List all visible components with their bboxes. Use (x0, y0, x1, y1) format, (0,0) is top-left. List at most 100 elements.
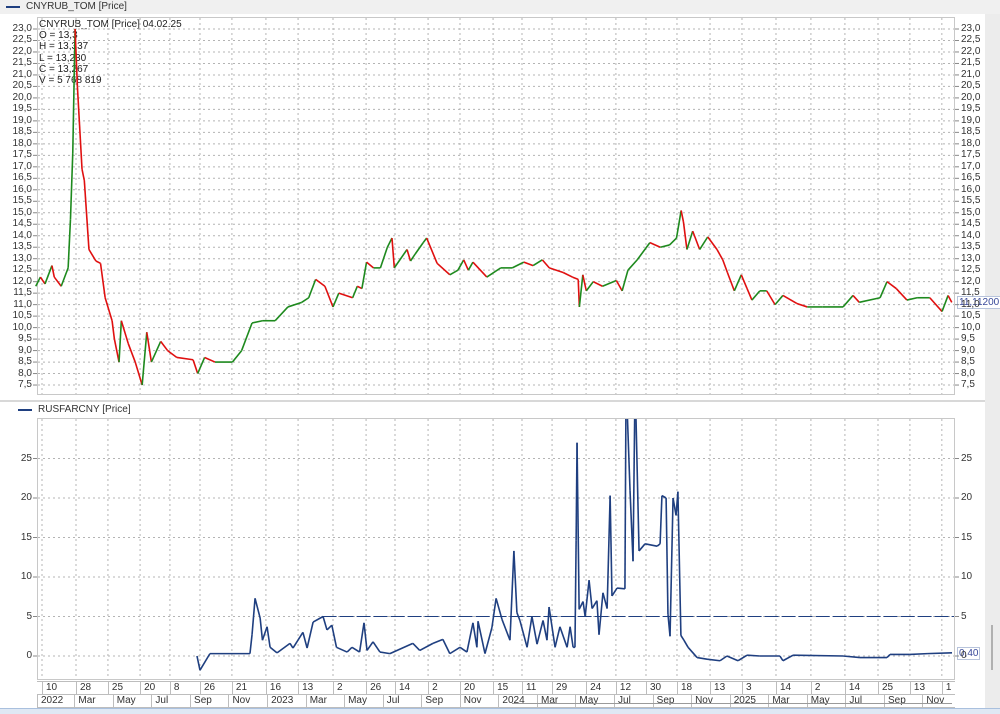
rusfar-segment (389, 642, 414, 655)
y-tick-label-right: 13,5 (961, 241, 981, 253)
price-segment (751, 290, 761, 301)
price-segment (541, 259, 550, 269)
rusfar-segment (491, 598, 497, 628)
y-tick-label-right: 11,5 (961, 287, 980, 299)
rusfar-segment (909, 652, 928, 656)
y-tick-label-left: 18,5 (12, 126, 32, 138)
y-tick-label-left: 8,5 (18, 356, 32, 368)
rusfar-segment (779, 655, 784, 662)
y-tick-label-left: 12,0 (12, 275, 32, 287)
y-tick-label-right: 8,5 (961, 356, 975, 368)
y-tick-label-left: 20,5 (12, 80, 32, 92)
rusfar-segment (326, 624, 333, 631)
price-segment (74, 28, 79, 87)
y-tick-label-left: 13,5 (12, 241, 32, 253)
rusfar-segment (379, 651, 391, 655)
price-segment (621, 269, 629, 292)
rusfar-segment (526, 616, 533, 648)
price-segment (111, 320, 116, 340)
rusfar-segment (626, 419, 631, 491)
price-segment (523, 261, 534, 267)
y-tick-label-right: 25 (961, 452, 973, 464)
y-tick-label-left: 23,0 (12, 23, 32, 34)
price-segment (301, 297, 310, 304)
price-segment (467, 261, 474, 271)
price-segment (796, 302, 808, 308)
rusfar-segment (366, 641, 374, 651)
rusfar-segment (412, 642, 421, 652)
price-segment (51, 265, 56, 278)
rusfar-segment (559, 626, 568, 648)
price-segment (895, 288, 908, 301)
rusfar-segment (665, 497, 669, 615)
price-segment (733, 274, 743, 292)
rusfar-segment (927, 652, 953, 655)
rusfar-segment (842, 655, 861, 659)
rusfar-segment (477, 621, 486, 654)
rusfar-segment (276, 642, 291, 654)
rusfar-segment (531, 616, 538, 645)
price-segment (562, 271, 573, 278)
rusfar-segment (351, 646, 361, 653)
price-segment (947, 295, 953, 303)
y-tick-label-left: 11,5 (13, 287, 32, 299)
y-tick-label-left: 9,0 (18, 344, 32, 356)
y-tick-label-right: 22,0 (961, 45, 981, 57)
rusfar-segment (747, 654, 760, 657)
price-segment (274, 306, 289, 322)
rusfar-segment (336, 646, 348, 653)
rusfar-segment (459, 646, 468, 653)
y-tick-label-left: 9,5 (18, 333, 32, 345)
rusfar-segment (546, 606, 550, 641)
y-tick-label-left: 21,5 (12, 57, 32, 69)
y-tick-label-left: 20,0 (12, 91, 32, 103)
rusfar-segment (677, 491, 682, 636)
y-tick-label-left: 0 (26, 650, 32, 661)
rusfar-segment (358, 622, 365, 653)
rusfar-segment (509, 550, 515, 641)
price-segment (859, 296, 881, 304)
y-tick-label-left: 14,0 (12, 229, 32, 241)
rusfar-segment (331, 625, 338, 648)
rusfar-segment (706, 658, 721, 662)
rusfar-segment (632, 419, 636, 562)
rusfar-segment (322, 616, 328, 631)
price-segment (572, 276, 579, 281)
y-tick-label-left: 21,0 (12, 68, 32, 80)
y-tick-label-left: 11,0 (13, 298, 32, 310)
y-tick-label-left: 14,5 (12, 218, 32, 230)
rusfar-segment (196, 655, 201, 671)
y-tick-label-right: 7,5 (961, 379, 975, 391)
price-segment (332, 292, 340, 308)
price-segment (324, 285, 334, 308)
y-tick-label-left: 8,0 (18, 367, 32, 379)
rusfar-segment (249, 634, 253, 654)
price-segment (406, 249, 412, 262)
y-tick-label-right: 12,0 (961, 275, 981, 287)
y-tick-label-left: 25 (20, 452, 32, 464)
rusfar-segment (554, 626, 561, 648)
price-segment (150, 341, 162, 363)
y-tick-label-right: 19,5 (961, 103, 981, 115)
price-segment (145, 332, 153, 363)
price-segment (167, 349, 178, 359)
rusfar-segment (656, 543, 661, 547)
price-segment (511, 261, 525, 269)
rusfar-segment (680, 635, 685, 641)
price-segment (852, 294, 860, 303)
y-tick-label-left: 15 (20, 531, 32, 543)
y-tick-label-right: 21,5 (961, 57, 981, 69)
rusfar-segment (598, 592, 604, 635)
rusfar-segment (669, 497, 674, 637)
rusfar-segment (484, 627, 493, 654)
rusfar-segment (302, 632, 308, 649)
y-tick-label-right: 20,0 (961, 91, 981, 103)
y-tick-label-right: 20,5 (961, 80, 981, 92)
y-tick-label-right: 10,5 (961, 310, 981, 322)
price-segment (134, 361, 143, 386)
y-tick-label-right: 10,0 (961, 321, 981, 333)
rusfar-segment (432, 638, 444, 645)
price-segment (436, 262, 451, 276)
price-segment (127, 343, 136, 363)
y-tick-label-left: 12,5 (12, 264, 32, 276)
